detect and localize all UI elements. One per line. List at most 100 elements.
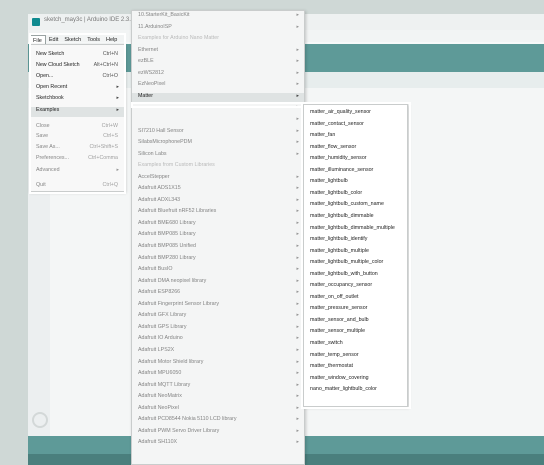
matter-example-item[interactable]: matter_lightbulb_custom_name — [304, 201, 407, 212]
matter-example-item[interactable]: matter_on_off_outlet — [304, 294, 407, 305]
file-menu-item[interactable]: New Sketch Ctrl+N — [30, 51, 124, 61]
examples-menu-item[interactable]: ezBLE ▸ — [132, 58, 304, 69]
examples-menu-item[interactable]: Adafruit NeoMatrix ▸ — [132, 393, 304, 404]
matter-example-item[interactable]: matter_lightbulb_color — [304, 190, 407, 201]
menu-item-shortcut: Ctrl+W — [101, 123, 118, 129]
chevron-right-icon: ▸ — [116, 95, 119, 101]
examples-menu-item[interactable]: Adafruit ESP8266 ▸ — [132, 289, 304, 300]
examples-menu-item[interactable]: EzNeoPixel ▸ — [132, 81, 304, 92]
menu-item-label: New Cloud Sketch — [36, 62, 80, 68]
matter-example-item[interactable]: matter_contact_sensor — [304, 121, 407, 132]
menu-item-label: Adafruit BME680 Library — [138, 219, 196, 226]
examples-menu-item[interactable]: Adafruit LPS2X ▸ — [132, 347, 304, 358]
matter-example-item[interactable]: matter_lightbulb_identify — [304, 236, 407, 247]
menu-item-label: Adafruit PCD8544 Nokia 5110 LCD library — [138, 416, 237, 423]
matter-example-item[interactable]: matter_fan — [304, 132, 407, 143]
matter-example-item[interactable]: matter_switch — [304, 340, 407, 351]
matter-example-item[interactable]: matter_lightbulb_dimmable_multiple — [304, 225, 407, 236]
examples-menu-item[interactable]: Adafruit BMP280 Library ▸ — [132, 255, 304, 266]
examples-menu-item[interactable]: ▸ — [132, 104, 304, 115]
matter-example-item[interactable]: matter_lightbulb_multiple_color — [304, 259, 407, 270]
matter-example-item[interactable]: matter_flow_sensor — [304, 144, 407, 155]
examples-menu-item[interactable]: Adafruit BMP085 Unified ▸ — [132, 243, 304, 254]
matter-example-item[interactable]: matter_sensor_and_bulb — [304, 317, 407, 328]
examples-menu-item[interactable]: Adafruit NeoPixel ▸ — [132, 405, 304, 416]
examples-menu-item[interactable]: Adafruit BusIO ▸ — [132, 266, 304, 277]
examples-menu-item[interactable]: Adafruit ADS1X15 ▸ — [132, 185, 304, 196]
screen: sketch_may3c | Arduino IDE 2.3.2 File Edi… — [0, 0, 544, 465]
examples-section-header: Examples from Custom Libraries — [132, 162, 304, 173]
examples-menu-item[interactable]: ▸ — [132, 116, 304, 127]
file-menu-item[interactable]: Open Recent ▸ — [30, 84, 124, 94]
matter-example-item[interactable]: matter_humidity_sensor — [304, 155, 407, 166]
matter-example-item[interactable]: matter_thermostat — [304, 363, 407, 374]
matter-example-item[interactable]: matter_lightbulb — [304, 178, 407, 189]
menu-item-label: 10.StarterKit_BasicKit — [138, 12, 190, 18]
matter-example-item[interactable]: matter_illuminance_sensor — [304, 167, 407, 178]
menu-item-label: Matter — [138, 92, 154, 99]
examples-menu-item[interactable]: Adafruit MQTT Library ▸ — [132, 382, 304, 393]
examples-menu-item[interactable]: Adafruit DMA neopixel library ▸ — [132, 278, 304, 289]
examples-menu-item[interactable]: Adafruit PCD8544 Nokia 5110 LCD library ▸ — [132, 416, 304, 427]
menu-item-label: Ethernet — [138, 46, 159, 53]
examples-menu-item[interactable]: SI7210 Hall Sensor ▸ — [132, 128, 304, 139]
examples-menu-item[interactable]: Adafruit GFX Library ▸ — [132, 312, 304, 323]
examples-menu-item[interactable]: AccelStepper ▸ — [132, 174, 304, 185]
matter-example-item[interactable]: matter_lightbulb_multiple — [304, 248, 407, 259]
matter-example-item[interactable]: matter_window_covering — [304, 375, 407, 386]
file-menu-item[interactable]: Close Ctrl+W — [30, 123, 124, 133]
menu-item-shortcut: Ctrl+S — [103, 133, 118, 139]
matter-example-item[interactable]: matter_sensor_multiple — [304, 328, 407, 339]
file-menu-item[interactable]: Save Ctrl+S — [30, 133, 124, 143]
chevron-right-icon: ▸ — [296, 139, 299, 146]
examples-menu-item[interactable]: Adafruit Motor Shield library ▸ — [132, 359, 304, 370]
examples-menu-item[interactable]: Silicon Labs ▸ — [132, 151, 304, 162]
menu-item-label: Adafruit LPS2X — [138, 346, 175, 353]
menu-item-label: matter_illuminance_sensor — [310, 166, 374, 173]
examples-menu-item[interactable]: 11.ArduinoISP ▸ — [132, 24, 304, 35]
examples-menu-item[interactable]: ezWS2812 ▸ — [132, 70, 304, 81]
menu-item-label: Preferences... — [36, 155, 69, 161]
examples-menu-item[interactable]: Adafruit SH110X ▸ — [132, 439, 304, 450]
file-menu-item[interactable]: Sketchbook ▸ — [30, 95, 124, 105]
file-menu-item[interactable]: Preferences... Ctrl+Comma — [30, 155, 124, 165]
matter-example-item[interactable]: matter_occupancy_sensor — [304, 282, 407, 293]
examples-menu-item[interactable]: Adafruit GPS Library ▸ — [132, 324, 304, 335]
examples-menu-item[interactable]: Adafruit PWM Servo Driver Library ▸ — [132, 428, 304, 439]
menu-item-label: Save — [36, 133, 49, 139]
menu-item-label: matter_pressure_sensor — [310, 305, 368, 312]
menu-item-label: Examples for Arduino Nano Matter — [138, 35, 219, 42]
file-menu-item[interactable]: Examples ▸ — [30, 107, 124, 117]
examples-menu-item[interactable]: Adafruit BME680 Library ▸ — [132, 220, 304, 231]
menu-item-label: Adafruit ADXL343 — [138, 196, 181, 203]
file-menu-item[interactable]: New Cloud Sketch Alt+Ctrl+N — [30, 62, 124, 72]
examples-menu-item[interactable]: Adafruit BMP085 Library ▸ — [132, 231, 304, 242]
chevron-right-icon: ▸ — [296, 58, 299, 65]
chevron-right-icon: ▸ — [296, 358, 299, 365]
examples-menu-item[interactable]: 10.StarterKit_BasicKit ▸ — [132, 12, 304, 23]
menu-item-label: matter_lightbulb_multiple — [310, 247, 369, 254]
chevron-right-icon: ▸ — [296, 266, 299, 273]
examples-menu-item[interactable]: Adafruit IO Arduino ▸ — [132, 335, 304, 346]
chevron-right-icon: ▸ — [296, 335, 299, 342]
examples-menu-item[interactable]: Adafruit MPU6050 ▸ — [132, 370, 304, 381]
examples-menu-item[interactable]: Adafruit Fingerprint Sensor Library ▸ — [132, 301, 304, 312]
matter-example-item[interactable]: matter_lightbulb_dimmable — [304, 213, 407, 224]
matter-example-item[interactable]: nano_matter_lightbulb_color — [304, 386, 407, 397]
file-menu-item[interactable]: Quit Ctrl+Q — [30, 182, 124, 192]
file-menu-item[interactable]: Advanced ▸ — [30, 167, 124, 177]
chevron-right-icon: ▸ — [296, 416, 299, 423]
matter-example-item[interactable]: matter_pressure_sensor — [304, 305, 407, 316]
examples-menu-item[interactable]: Adafruit Bluefruit nRF52 Libraries ▸ — [132, 208, 304, 219]
file-menu-item[interactable]: Save As... Ctrl+Shift+S — [30, 144, 124, 154]
examples-menu-item[interactable]: Ethernet ▸ — [132, 47, 304, 58]
chevron-right-icon: ▸ — [296, 127, 299, 134]
file-menu-item[interactable]: Open... Ctrl+O — [30, 73, 124, 83]
examples-menu-item[interactable]: SilabsMicrophonePDM ▸ — [132, 139, 304, 150]
examples-menu-item[interactable]: Matter ▸ — [132, 92, 304, 104]
matter-example-item[interactable]: matter_lightbulb_with_button — [304, 271, 407, 282]
matter-example-item[interactable]: matter_air_quality_sensor — [304, 109, 407, 120]
examples-menu-item[interactable]: Adafruit ADXL343 ▸ — [132, 197, 304, 208]
menu-item-label: matter_lightbulb_multiple_color — [310, 259, 384, 266]
matter-example-item[interactable]: matter_temp_sensor — [304, 352, 407, 363]
